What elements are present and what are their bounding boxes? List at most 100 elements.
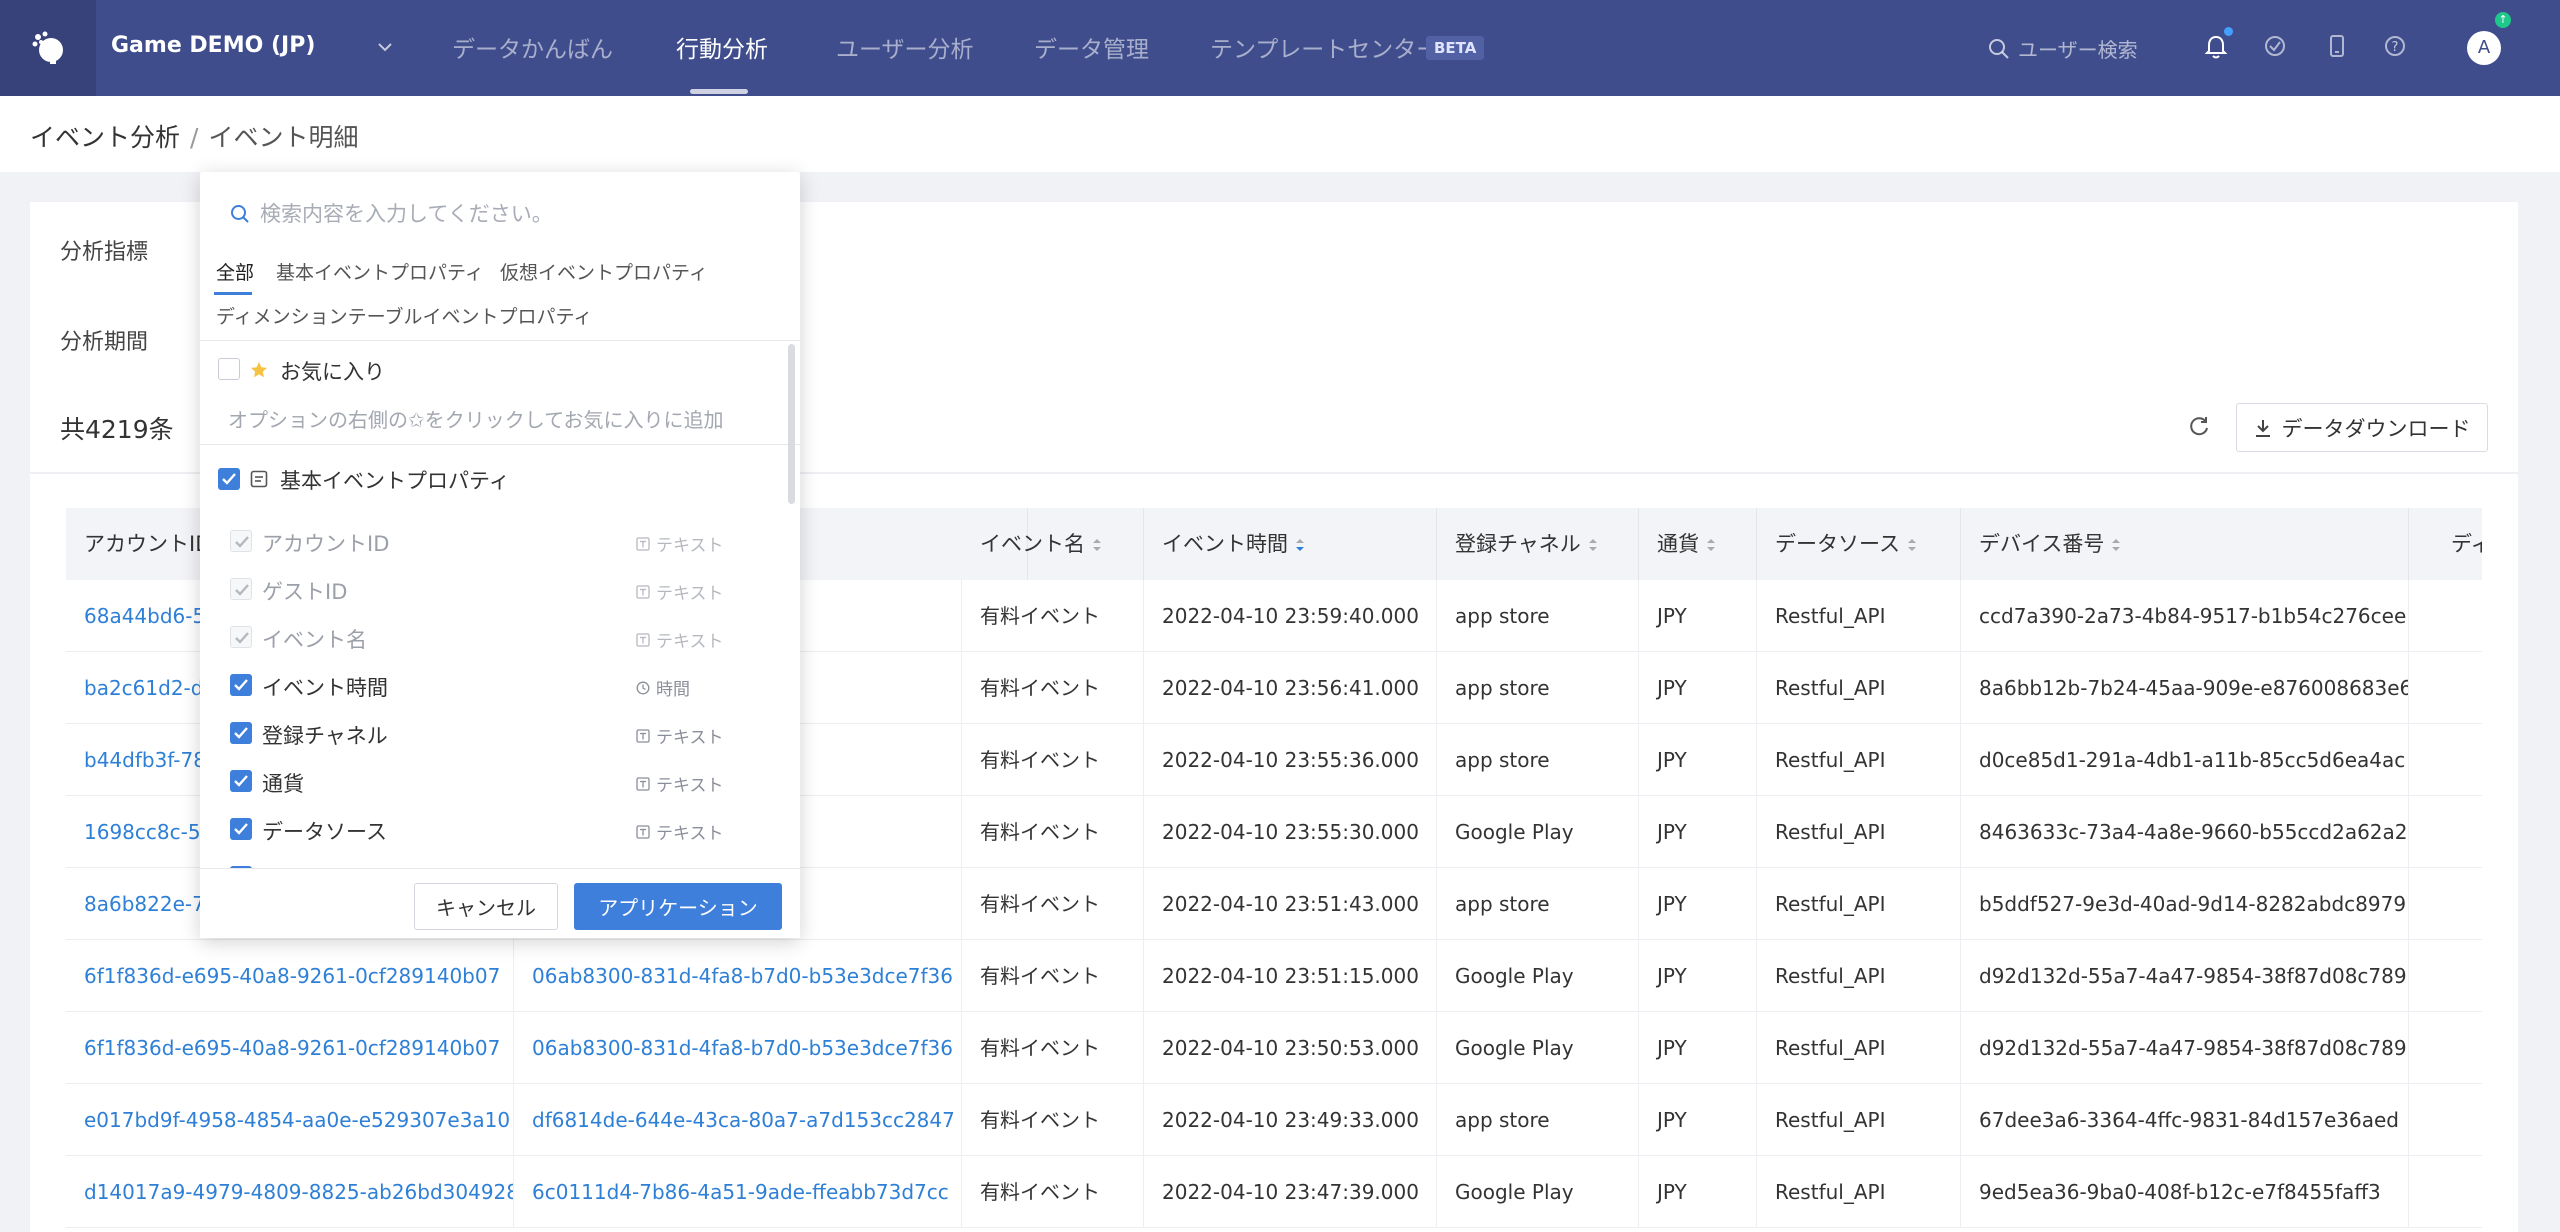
clock-icon	[636, 681, 650, 694]
property-label: イベント名	[262, 628, 367, 652]
sort-icon[interactable]	[1091, 536, 1103, 554]
user-search[interactable]: ユーザー検索	[1988, 34, 2138, 63]
cancel-button[interactable]: キャンセル	[414, 883, 558, 930]
notification-dot	[2224, 27, 2233, 36]
property-checkbox[interactable]	[230, 818, 252, 840]
cell-event-time: 2022-04-10 23:51:15.000	[1144, 940, 1437, 1012]
svg-text:?: ?	[2392, 40, 2399, 55]
refresh-icon[interactable]	[2186, 413, 2212, 439]
property-checkbox[interactable]	[230, 722, 252, 744]
task-check-icon[interactable]	[2263, 34, 2287, 58]
cell-account-id[interactable]: d14017a9-4979-4809-8825-ab26bd304928	[66, 1156, 514, 1228]
text-type-icon	[636, 632, 650, 647]
nav-template-center[interactable]: テンプレートセンター	[1210, 30, 1439, 64]
cell-event-time: 2022-04-10 23:55:30.000	[1144, 796, 1437, 868]
mobile-icon[interactable]	[2325, 34, 2349, 58]
property-type-label: 時間	[656, 680, 690, 700]
cell-event-name: 有料イベント	[962, 940, 1144, 1012]
cell-data-source: Restful_API	[1757, 724, 1961, 796]
cell-device-id: 8463633c-73a4-4a8e-9660-b55ccd2a62a2	[1961, 796, 2409, 868]
cell-currency: JPY	[1639, 580, 1757, 652]
cell-dimension	[2409, 1084, 2482, 1156]
breadcrumb-parent[interactable]: イベント分析	[30, 123, 180, 152]
cell-guest-id[interactable]: 06ab8300-831d-4fa8-b7d0-b53e3dce7f36	[514, 1012, 962, 1084]
column-header-event-name[interactable]: イベント名	[962, 508, 1144, 580]
cell-data-source: Restful_API	[1757, 1156, 1961, 1228]
cell-guest-id[interactable]: df6814de-644e-43ca-80a7-a7d153cc2847	[514, 1084, 962, 1156]
sort-icon[interactable]	[1705, 536, 1717, 554]
project-selector[interactable]: Game DEMO (JP)	[111, 33, 315, 58]
property-label[interactable]: 登録チャネル	[262, 720, 388, 750]
nav-active-indicator	[690, 89, 748, 94]
page-scrollbar[interactable]	[2548, 172, 2560, 1232]
column-header-data-source[interactable]: データソース	[1757, 508, 1961, 580]
cell-data-source: Restful_API	[1757, 868, 1961, 940]
nav-data-dashboard[interactable]: データかんばん	[452, 30, 613, 64]
property-type-label: テキスト	[656, 728, 724, 748]
cell-dimension	[2409, 580, 2482, 652]
property-type: テキスト	[636, 627, 724, 652]
sort-desc-icon[interactable]	[1294, 536, 1306, 554]
property-label[interactable]: イベント時間	[262, 672, 388, 702]
text-type-icon	[636, 584, 650, 599]
property-label[interactable]: 通貨	[262, 768, 304, 798]
nav-data-management[interactable]: データ管理	[1034, 30, 1149, 64]
cell-event-time: 2022-04-10 23:55:36.000	[1144, 724, 1437, 796]
text-type-icon	[636, 824, 650, 839]
cell-channel: Google Play	[1437, 796, 1639, 868]
cell-data-source: Restful_API	[1757, 652, 1961, 724]
column-header-device-id[interactable]: デバイス番号	[1961, 508, 2409, 580]
cell-device-id: d92d132d-55a7-4a47-9854-38f87d08c789	[1961, 1012, 2409, 1084]
cell-event-name: 有料イベント	[962, 796, 1144, 868]
app-logo[interactable]	[0, 0, 96, 96]
property-select-panel: 全部 基本イベントプロパティ 仮想イベントプロパティ ディメンションテーブルイベ…	[200, 172, 800, 938]
bell-icon[interactable]	[2204, 34, 2228, 60]
property-list: アカウントID テキスト ゲストID テキスト イベント名 テキスト イベント時間 時間 登録チ…	[200, 172, 780, 868]
cell-currency: JPY	[1639, 724, 1757, 796]
property-label[interactable]: データソース	[262, 816, 387, 846]
help-icon[interactable]: ?	[2383, 34, 2407, 58]
cell-currency: JPY	[1639, 1084, 1757, 1156]
property-type-label: テキスト	[656, 632, 724, 652]
cell-currency: JPY	[1639, 1012, 1757, 1084]
breadcrumb-separator: /	[190, 123, 199, 152]
cell-device-id: 9ed5ea36-9ba0-408f-b12c-e7f8455faff3	[1961, 1156, 2409, 1228]
sort-icon[interactable]	[1587, 536, 1599, 554]
property-type-label: テキスト	[656, 824, 724, 844]
cell-data-source: Restful_API	[1757, 1084, 1961, 1156]
sort-icon[interactable]	[1906, 536, 1918, 554]
panel-scrollbar-thumb[interactable]	[788, 344, 795, 504]
table-row: d14017a9-4979-4809-8825-ab26bd304928 6c01…	[66, 1156, 2482, 1228]
cell-dimension	[2409, 796, 2482, 868]
nav-behavior-analysis[interactable]: 行動分析	[676, 30, 768, 64]
cell-account-id[interactable]: e017bd9f-4958-4854-aa0e-e529307e3a10	[66, 1084, 514, 1156]
breadcrumb-bar: イベント分析 / イベント明細	[0, 96, 2560, 172]
property-type: テキスト	[636, 819, 724, 844]
cell-guest-id[interactable]: 6c0111d4-7b86-4a51-9ade-ffeabb73d7cc	[514, 1156, 962, 1228]
property-label: ゲストID	[262, 580, 348, 604]
cell-event-time: 2022-04-10 23:59:40.000	[1144, 580, 1437, 652]
property-checkbox[interactable]	[230, 674, 252, 696]
cell-account-id[interactable]: 6f1f836d-e695-40a8-9261-0cf289140b07	[66, 940, 514, 1012]
cell-event-time: 2022-04-10 23:50:53.000	[1144, 1012, 1437, 1084]
cell-account-id[interactable]: 6f1f836d-e695-40a8-9261-0cf289140b07	[66, 1012, 514, 1084]
cell-event-name: 有料イベント	[962, 1012, 1144, 1084]
property-checkbox[interactable]	[230, 770, 252, 792]
sort-icon[interactable]	[2110, 536, 2122, 554]
property-type: テキスト	[636, 531, 724, 556]
nav-user-analysis[interactable]: ユーザー分析	[836, 30, 974, 64]
property-type: 時間	[636, 675, 690, 700]
column-header-dimension[interactable]: ディ	[2409, 508, 2482, 580]
apply-button[interactable]: アプリケーション	[574, 883, 782, 930]
column-header-event-time[interactable]: イベント時間	[1144, 508, 1437, 580]
cell-guest-id[interactable]: 06ab8300-831d-4fa8-b7d0-b53e3dce7f36	[514, 940, 962, 1012]
cell-device-id: b5ddf527-9e3d-40ad-9d14-8282abdc8979	[1961, 868, 2409, 940]
avatar[interactable]: A	[2467, 31, 2501, 65]
column-header-currency[interactable]: 通貨	[1639, 508, 1757, 580]
column-header-channel[interactable]: 登録チャネル	[1437, 508, 1639, 580]
chevron-down-icon[interactable]	[376, 38, 394, 56]
total-count: 共4219条	[60, 415, 174, 444]
breadcrumb-current: イベント明細	[208, 123, 359, 152]
data-download-button[interactable]: データダウンロード	[2236, 403, 2488, 452]
cell-device-id: 8a6bb12b-7b24-45aa-909e-e876008683e6	[1961, 652, 2409, 724]
